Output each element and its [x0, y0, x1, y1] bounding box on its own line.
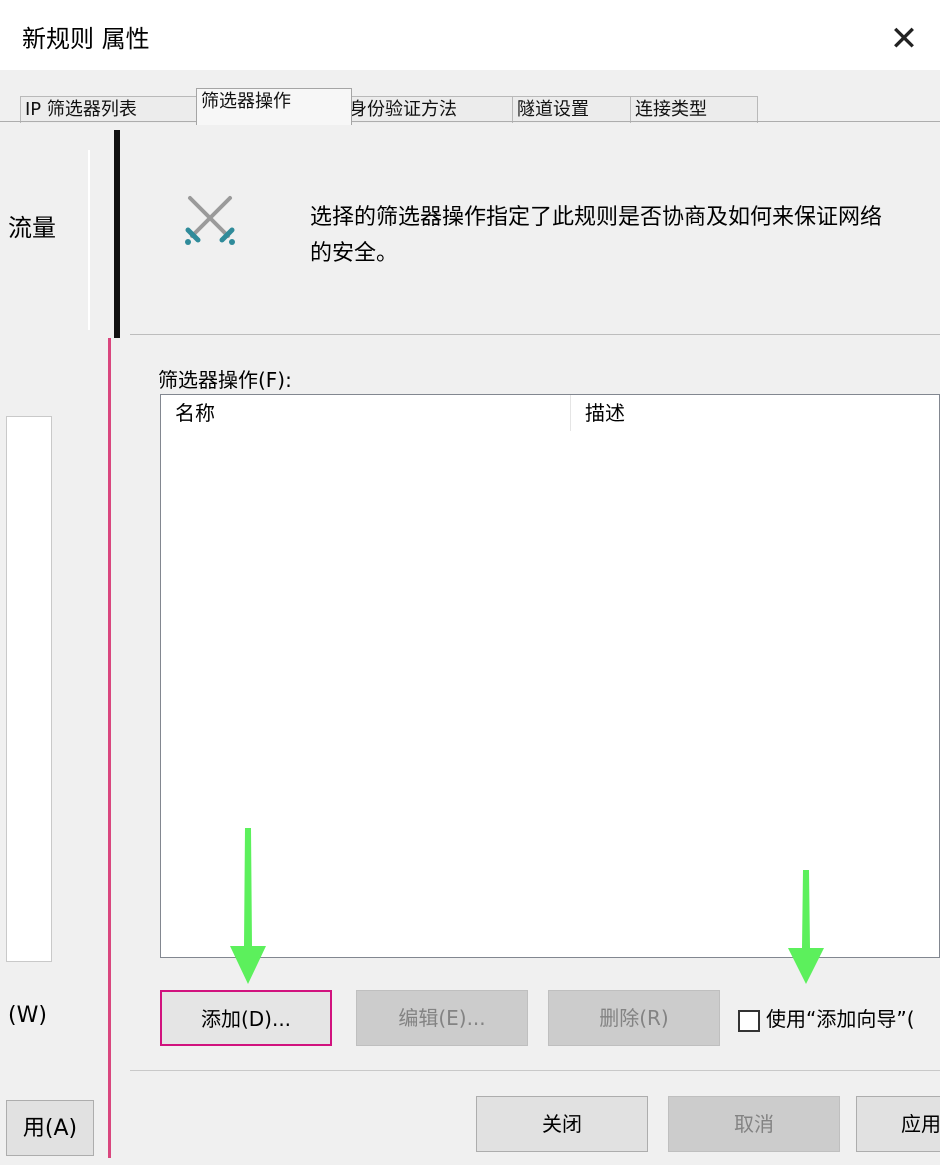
w-text-fragment: (W)	[8, 1003, 47, 1028]
tab-connection-type[interactable]: 连接类型	[630, 96, 758, 123]
tab-filter-action[interactable]: 筛选器操作	[196, 88, 352, 125]
info-line-1: 选择的筛选器操作指定了此规则是否协商及如何来保证网络	[310, 205, 883, 230]
traffic-text-fragment: 流量	[8, 214, 56, 242]
info-area: 选择的筛选器操作指定了此规则是否协商及如何来保证网络 的安全。	[130, 130, 940, 330]
close-button[interactable]: 关闭	[476, 1096, 648, 1152]
add-button[interactable]: 添加(D)...	[160, 990, 332, 1046]
tab-strip: IP 筛选器列表 筛选器操作 身份验证方法 隧道设置 连接类型	[0, 70, 940, 130]
crossed-swords-icon	[185, 196, 235, 245]
background-window-fragment: 流量 (W) 用(A)	[0, 130, 112, 1165]
filter-action-tab-panel: 选择的筛选器操作指定了此规则是否协商及如何来保证网络 的安全。 筛选器操作(F)…	[130, 130, 940, 1165]
title-bar: 新规则 属性 ✕	[0, 0, 940, 70]
edit-button[interactable]: 编辑(E)...	[356, 990, 528, 1046]
tab-auth-methods[interactable]: 身份验证方法	[344, 96, 520, 123]
close-icon[interactable]: ✕	[882, 20, 926, 60]
background-listbox	[6, 416, 52, 962]
tab-tunnel-settings[interactable]: 隧道设置	[512, 96, 638, 123]
apply-button[interactable]: 应用	[856, 1096, 940, 1152]
column-header-description[interactable]: 描述	[571, 395, 940, 431]
divider	[88, 150, 90, 330]
tab-underline	[0, 121, 940, 122]
bottom-separator	[130, 1070, 940, 1071]
tab-ip-filter-list[interactable]: IP 筛选器列表	[20, 96, 206, 123]
cancel-button[interactable]: 取消	[668, 1096, 840, 1152]
arrow-annotation-icon	[230, 828, 266, 984]
delete-button[interactable]: 删除(R)	[548, 990, 720, 1046]
column-header-name[interactable]: 名称	[161, 395, 571, 431]
use-add-wizard-label: 使用“添加向导”(	[766, 1007, 915, 1031]
arrow-annotation-icon	[788, 870, 824, 984]
info-description: 选择的筛选器操作指定了此规则是否协商及如何来保证网络 的安全。	[310, 200, 940, 272]
info-line-2: 的安全。	[310, 241, 399, 266]
divider	[108, 338, 111, 1158]
background-a-button[interactable]: 用(A)	[6, 1100, 94, 1156]
filter-actions-label: 筛选器操作(F):	[158, 368, 292, 392]
divider	[114, 130, 120, 338]
use-add-wizard-option[interactable]: 使用“添加向导”(	[738, 1004, 915, 1034]
window-title: 新规则 属性	[22, 25, 150, 53]
section-separator	[130, 334, 940, 335]
use-add-wizard-checkbox[interactable]	[738, 1009, 760, 1032]
